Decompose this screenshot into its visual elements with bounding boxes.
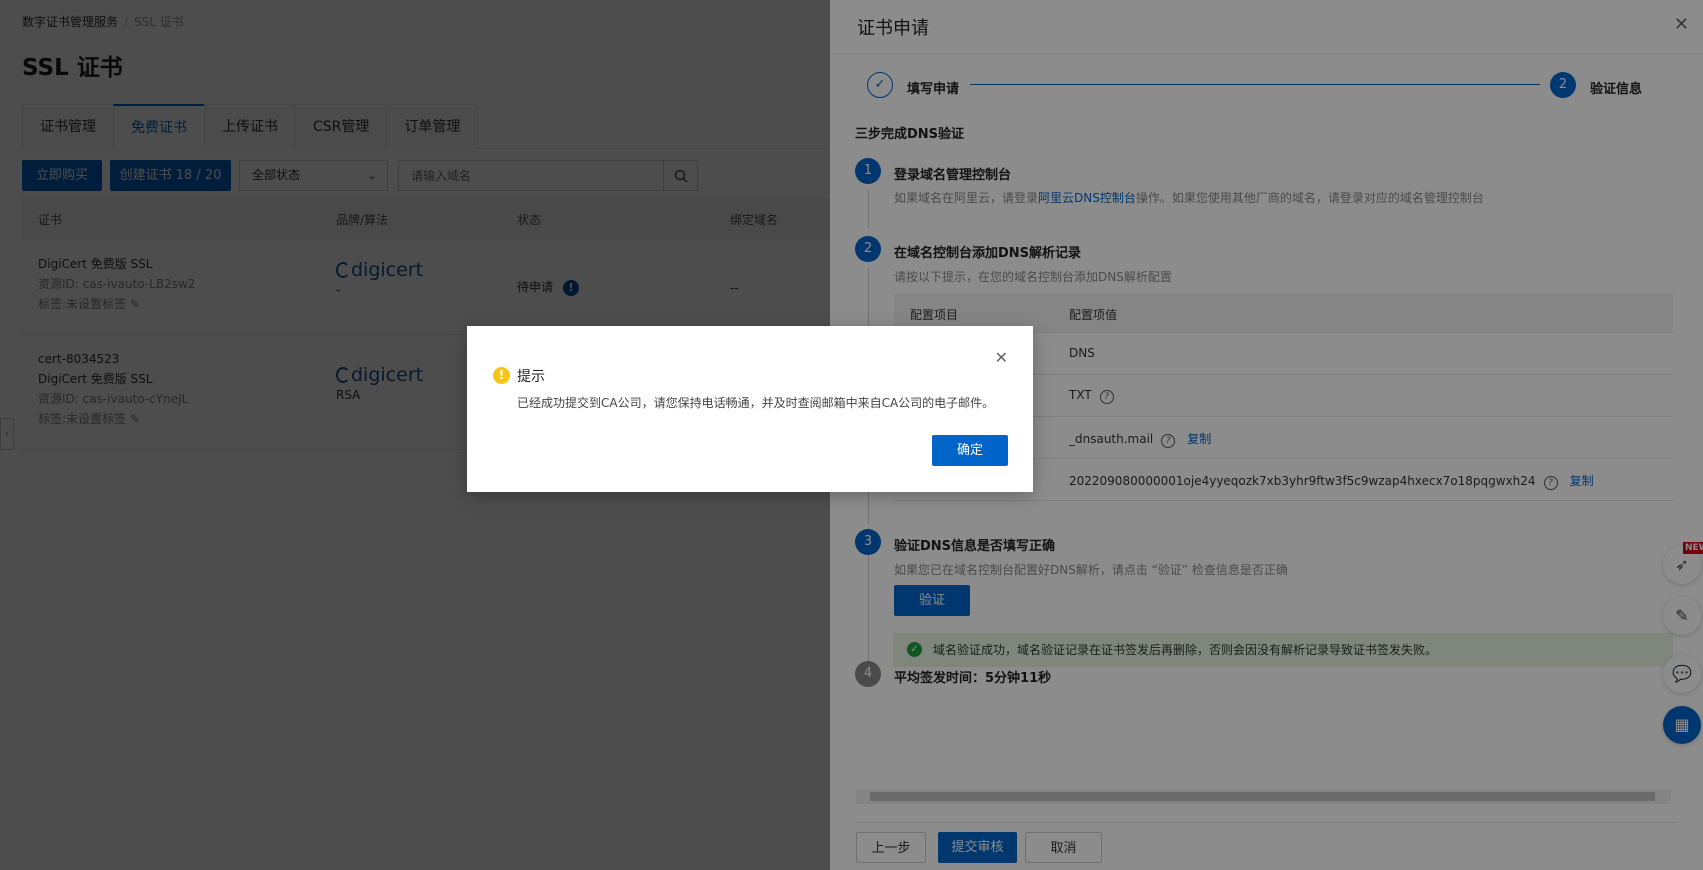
dialog-message: 已经成功提交到CA公司，请您保持电话畅通，并及时查阅邮箱中来自CA公司的电子邮件… — [517, 396, 995, 410]
warning-icon: ! — [493, 367, 510, 384]
confirm-button[interactable]: 确定 — [932, 435, 1008, 466]
dialog-title: 提示 — [517, 369, 545, 385]
close-icon[interactable]: ✕ — [995, 348, 1008, 367]
notice-dialog: ✕ ! 提示 已经成功提交到CA公司，请您保持电话畅通，并及时查阅邮箱中来自CA… — [467, 326, 1033, 492]
